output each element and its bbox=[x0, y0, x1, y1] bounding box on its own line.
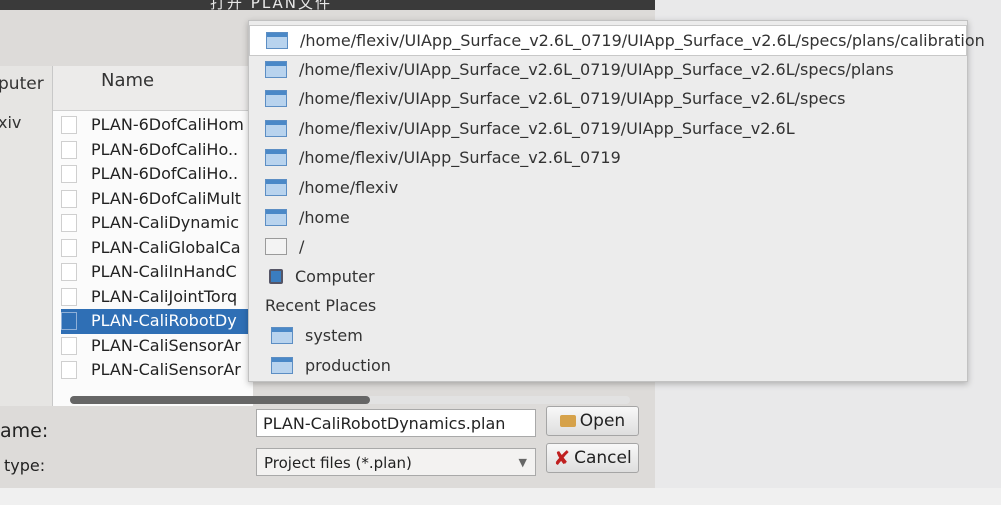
file-icon bbox=[61, 287, 77, 306]
path-option[interactable]: /home bbox=[249, 203, 967, 232]
file-row[interactable]: PLAN-6DofCaliMult bbox=[61, 187, 253, 212]
scrollbar-thumb[interactable] bbox=[70, 396, 370, 404]
file-row[interactable]: PLAN-CaliRobotDy bbox=[61, 309, 253, 334]
path-option-label: Recent Places bbox=[265, 296, 377, 316]
file-type-select[interactable]: Project files (*.plan) ▼ bbox=[256, 448, 536, 476]
drive-icon bbox=[265, 238, 287, 256]
path-option[interactable]: /home/flexiv/UIApp_Surface_v2.6L_0719/UI… bbox=[249, 55, 967, 84]
path-option[interactable]: production bbox=[249, 351, 967, 380]
path-option-label: /home/flexiv bbox=[299, 178, 399, 197]
file-icon bbox=[61, 214, 77, 233]
path-option-label: /home/flexiv/UIApp_Surface_v2.6L_0719 bbox=[299, 148, 621, 168]
folder-icon bbox=[266, 32, 288, 49]
column-name-label: Name bbox=[101, 70, 155, 91]
path-option[interactable]: /home/flexiv/UIApp_Surface_v2.6L_0719/UI… bbox=[249, 84, 967, 113]
horizontal-scrollbar[interactable] bbox=[70, 396, 630, 404]
file-row[interactable]: PLAN-CaliSensorAr bbox=[61, 358, 253, 383]
folder-icon bbox=[271, 356, 293, 374]
computer-icon bbox=[269, 268, 283, 284]
file-name: PLAN-6DofCaliHom bbox=[91, 115, 244, 134]
file-name: PLAN-6DofCaliHo.. bbox=[91, 164, 239, 183]
column-header-name[interactable]: Name bbox=[53, 66, 253, 111]
bottom-strip bbox=[0, 488, 1001, 505]
file-row[interactable]: PLAN-6DofCaliHo.. bbox=[61, 138, 253, 163]
folder-icon bbox=[265, 119, 287, 137]
file-name: PLAN-CaliSensorAr bbox=[91, 335, 241, 355]
file-icon bbox=[61, 238, 77, 257]
file-row[interactable]: PLAN-CaliJointTorq bbox=[61, 285, 253, 310]
file-name: PLAN-6DofCaliMult bbox=[91, 188, 242, 208]
file-type-label: type: bbox=[4, 456, 46, 475]
title-bar: 打开 PLAN文件 bbox=[0, 0, 655, 12]
path-option[interactable]: /home/flexiv/UIApp_Surface_v2.6L_0719/UI… bbox=[249, 114, 967, 143]
file-rows: PLAN-6DofCaliHom PLAN-6DofCaliHo.. PLAN-6D… bbox=[61, 113, 253, 383]
folder-icon bbox=[265, 149, 287, 167]
file-name-input[interactable]: PLAN-CaliRobotDynamics.plan bbox=[256, 409, 536, 437]
path-option[interactable]: /home/flexiv bbox=[249, 173, 967, 202]
file-icon bbox=[61, 336, 77, 355]
path-option-label: /home bbox=[299, 207, 350, 227]
file-row[interactable]: PLAN-6DofCaliHom bbox=[61, 113, 253, 138]
file-row[interactable]: PLAN-CaliGlobalCa bbox=[61, 236, 253, 261]
dropdown-arrow-icon: ▼ bbox=[518, 456, 527, 469]
file-icon bbox=[61, 189, 77, 208]
file-name: PLAN-CaliSensorAr bbox=[91, 360, 241, 379]
file-name: PLAN-CaliGlobalCa bbox=[91, 237, 241, 257]
file-icon bbox=[61, 165, 77, 184]
file-list[interactable]: Name PLAN-6DofCaliHom PLAN-6DofCaliHo.. PL… bbox=[52, 66, 253, 406]
file-row[interactable]: PLAN-CaliDynamic bbox=[61, 211, 253, 236]
path-option-label: /home/flexiv/UIApp_Surface_v2.6L_0719/UI… bbox=[299, 59, 894, 79]
places-item[interactable]: xiv bbox=[0, 113, 21, 132]
cancel-button[interactable]: ✘ Cancel bbox=[546, 443, 639, 473]
folder-icon bbox=[265, 208, 287, 226]
open-button[interactable]: Open bbox=[546, 406, 639, 436]
file-type-value: Project files (*.plan) bbox=[264, 454, 412, 472]
file-row[interactable]: PLAN-CaliInHandC bbox=[61, 260, 253, 285]
close-icon: ✘ bbox=[553, 446, 571, 470]
folder-icon bbox=[559, 415, 576, 427]
path-option-label: /home/flexiv/UIApp_Surface_v2.6L_0719/UI… bbox=[299, 89, 846, 109]
folder-icon bbox=[265, 179, 287, 196]
places-header: puter bbox=[0, 74, 44, 94]
path-dropdown-popup: /home/flexiv/UIApp_Surface_v2.6L_0719/UI… bbox=[248, 20, 985, 382]
file-icon bbox=[61, 361, 77, 380]
folder-icon bbox=[265, 90, 287, 108]
path-option-label: / bbox=[299, 237, 305, 257]
file-name: PLAN-CaliDynamic bbox=[91, 213, 240, 232]
file-icon bbox=[61, 140, 77, 159]
folder-icon bbox=[271, 327, 293, 344]
cancel-button-label: Cancel bbox=[574, 448, 632, 468]
path-option-label: system bbox=[305, 326, 363, 345]
path-option-label: Computer bbox=[295, 266, 375, 286]
path-option-label: production bbox=[305, 355, 391, 375]
file-row[interactable]: PLAN-6DofCaliHo.. bbox=[61, 162, 253, 187]
open-button-label: Open bbox=[579, 411, 626, 431]
file-icon bbox=[61, 263, 77, 282]
path-option-label: /home/flexiv/UIApp_Surface_v2.6L_0719/UI… bbox=[300, 31, 985, 50]
file-name: PLAN-CaliJointTorq bbox=[91, 286, 238, 306]
file-icon bbox=[61, 312, 77, 331]
file-name: PLAN-CaliInHandC bbox=[91, 262, 237, 281]
path-option[interactable]: / bbox=[249, 232, 967, 261]
path-option-label: /home/flexiv/UIApp_Surface_v2.6L_0719/UI… bbox=[299, 118, 795, 138]
file-name: PLAN-6DofCaliHo.. bbox=[91, 139, 239, 159]
path-option[interactable]: Computer bbox=[249, 262, 967, 291]
path-option[interactable]: /home/flexiv/UIApp_Surface_v2.6L_0719/UI… bbox=[249, 25, 985, 56]
path-option[interactable]: /home/flexiv/UIApp_Surface_v2.6L_0719 bbox=[249, 143, 967, 172]
folder-icon bbox=[265, 60, 287, 78]
recent-places-header: Recent Places bbox=[249, 291, 967, 320]
file-name: PLAN-CaliRobotDy bbox=[91, 311, 237, 330]
path-option[interactable]: system bbox=[249, 321, 967, 350]
file-name-label: ame: bbox=[0, 420, 49, 442]
file-row[interactable]: PLAN-CaliSensorAr bbox=[61, 334, 253, 359]
places-sidebar: puter xiv bbox=[0, 66, 52, 406]
file-icon bbox=[61, 116, 77, 135]
